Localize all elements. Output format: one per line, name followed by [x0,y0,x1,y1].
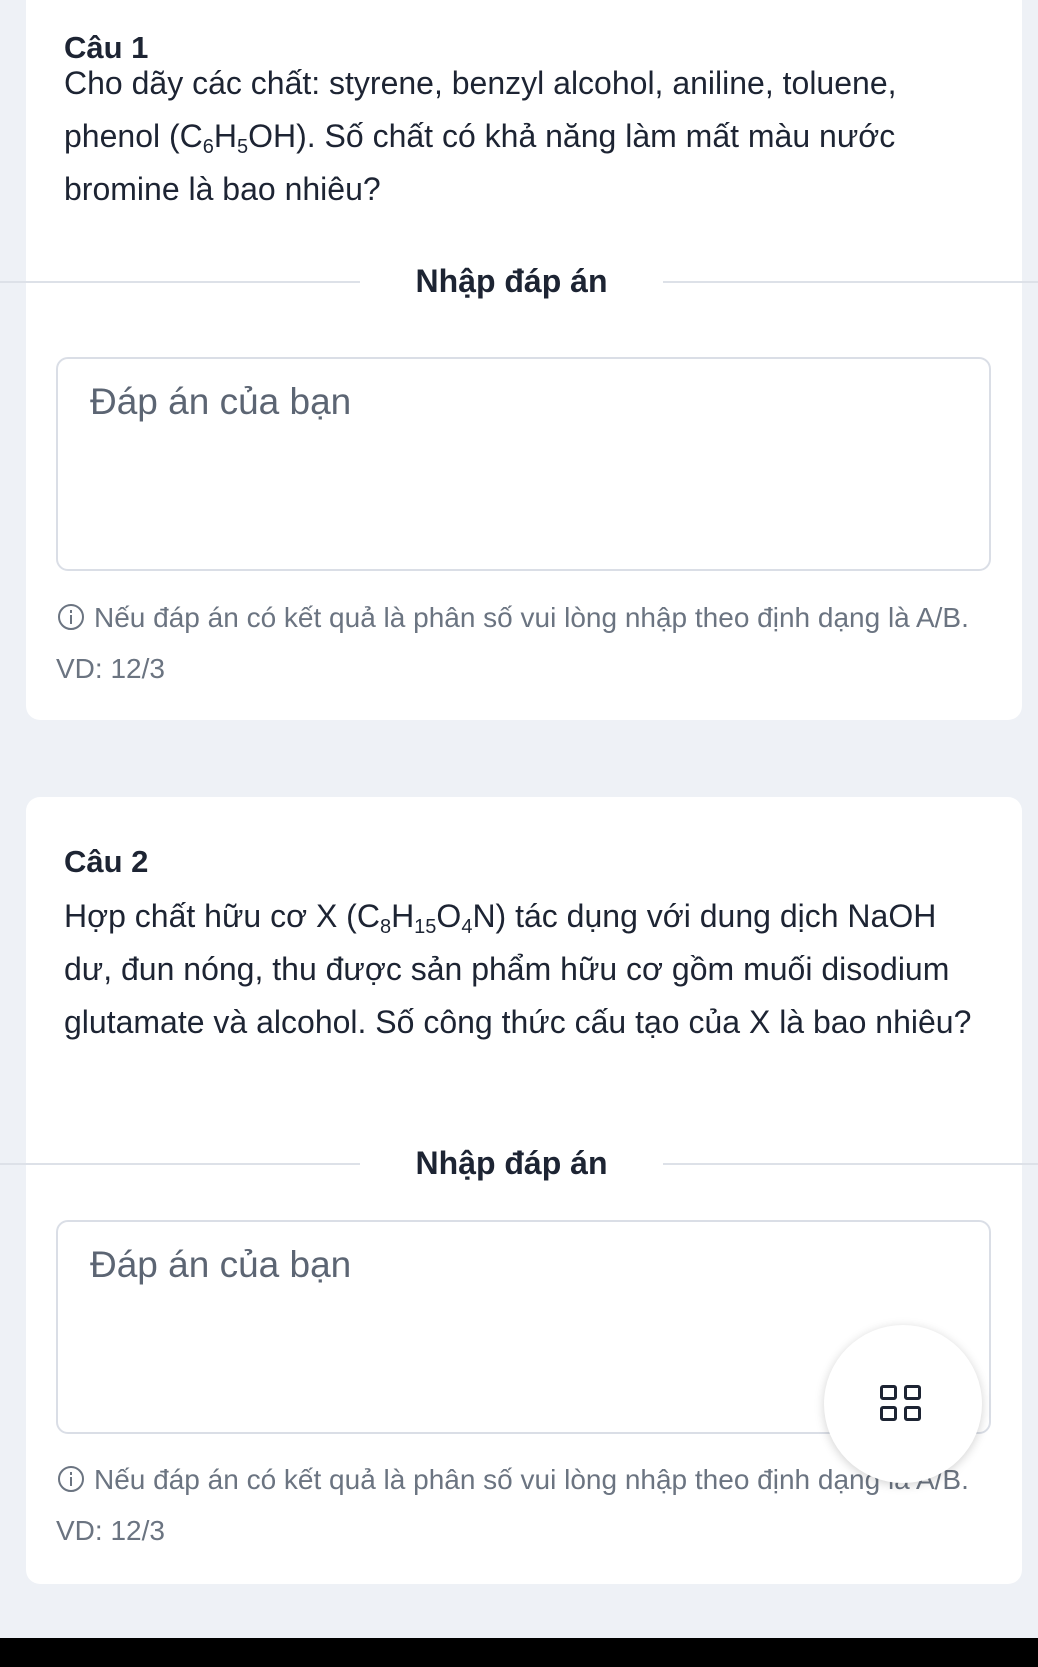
divider-line [663,281,1038,283]
divider-line [0,1163,360,1165]
chemical-formula: C6H5OH [179,118,297,157]
info-icon [58,1466,84,1492]
chemical-formula: C8H15O4N [356,898,496,937]
hint-text: Nếu đáp án có kết quả là phân số vui lòn… [56,602,969,684]
formula-symbol: H [391,898,415,934]
answer-input[interactable]: Đáp án của bạn [56,357,991,571]
grid-icon [880,1385,926,1425]
bottom-system-bar [0,1638,1038,1667]
formula-subscript: 6 [202,136,214,158]
info-icon [58,604,84,630]
formula-subscript: 15 [414,916,437,938]
answer-hint: Nếu đáp án có kết quả là phân số vui lòn… [56,592,992,694]
menu-fab-button[interactable] [824,1325,982,1483]
hint-text: Nếu đáp án có kết quả là phân số vui lòn… [56,1464,969,1546]
answer-divider: Nhập đáp án [0,1141,1038,1185]
formula-symbol: C [356,898,380,934]
formula-subscript: 5 [236,136,249,158]
divider-line [0,281,360,283]
formula-subscript: 4 [461,916,473,938]
divider-line [663,1163,1038,1165]
answer-divider: Nhập đáp án [0,259,1038,303]
formula-symbol: OH [248,118,297,154]
question-text: Cho dãy các chất: styrene, benzyl alcoho… [64,57,982,216]
answer-hint: Nếu đáp án có kết quả là phân số vui lòn… [56,1454,992,1556]
question-text: Hợp chất hữu cơ X (C8H15O4N) tác dụng vớ… [64,890,982,1049]
question-title: Câu 2 [64,844,149,879]
formula-symbol: H [213,118,237,154]
answer-section-label: Nhập đáp án [415,263,608,299]
formula-symbol: N [472,898,496,934]
answer-section-label: Nhập đáp án [415,1145,608,1181]
formula-symbol: O [436,898,462,934]
answer-placeholder: Đáp án của bạn [90,381,352,422]
answer-placeholder: Đáp án của bạn [90,1244,352,1285]
question-card-1: Câu 1 Cho dãy các chất: styrene, benzyl … [0,0,1038,720]
formula-symbol: C [179,118,203,154]
formula-subscript: 8 [379,916,392,938]
question-text-start: Hợp chất hữu cơ X ( [64,898,357,934]
